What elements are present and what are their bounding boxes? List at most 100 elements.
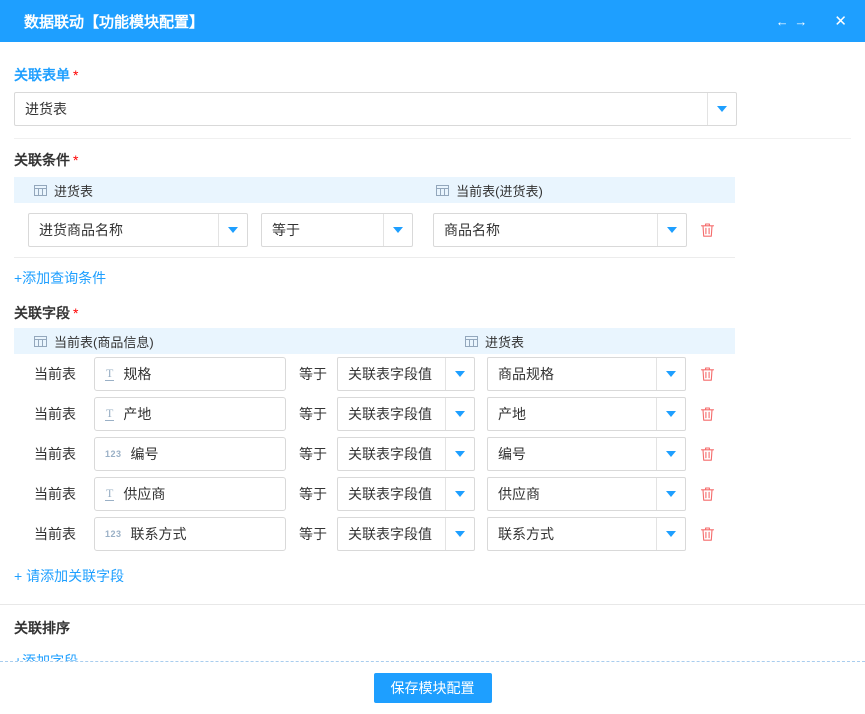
- related-condition-section: 关联条件* 进货表 当前表(进货表) 进货商品名称: [14, 151, 851, 288]
- required-mark: *: [73, 305, 78, 321]
- chevron-down-icon[interactable]: [656, 478, 685, 510]
- value-type-select[interactable]: 关联表字段值: [337, 437, 475, 471]
- fields-header-left: 当前表(商品信息): [14, 332, 445, 351]
- current-table-label: 当前表: [34, 484, 94, 504]
- chevron-down-icon[interactable]: [445, 438, 474, 470]
- field-mapping-row: 当前表 123 联系方式 等于 关联表字段值 联系方式: [14, 514, 735, 554]
- add-condition-link[interactable]: +添加查询条件: [14, 268, 106, 288]
- current-table-label: 当前表: [34, 404, 94, 424]
- chevron-down-icon[interactable]: [656, 398, 685, 430]
- value-field-select[interactable]: 商品规格: [487, 357, 686, 391]
- chevron-down-icon[interactable]: [707, 93, 736, 125]
- field-name: 编号: [131, 444, 159, 464]
- number-type-icon: 123: [105, 529, 122, 539]
- delete-button[interactable]: [700, 406, 715, 422]
- condition-operator-select[interactable]: 等于: [261, 213, 413, 247]
- related-form-label: 关联表单*: [14, 66, 851, 84]
- add-related-field-link[interactable]: + 请添加关联字段: [14, 566, 124, 586]
- trash-icon: [700, 446, 715, 462]
- value-field-select[interactable]: 供应商: [487, 477, 686, 511]
- trash-icon: [700, 406, 715, 422]
- fields-header-right: 进货表: [445, 332, 735, 351]
- field-name: 联系方式: [131, 524, 187, 544]
- chevron-down-icon[interactable]: [445, 478, 474, 510]
- operator-label: 等于: [299, 364, 327, 384]
- condition-header-right: 当前表(进货表): [416, 181, 735, 200]
- trash-icon: [700, 366, 715, 382]
- chevron-down-icon[interactable]: [656, 518, 685, 550]
- chevron-down-icon[interactable]: [383, 214, 412, 246]
- number-type-icon: 123: [105, 449, 122, 459]
- required-mark: *: [73, 67, 78, 83]
- expand-arrows-icon[interactable]: ← →: [776, 14, 809, 29]
- condition-row: 进货商品名称 等于 商品名称: [14, 203, 735, 258]
- related-form-section: 关联表单* 进货表: [14, 42, 851, 139]
- current-table-label: 当前表: [34, 524, 94, 544]
- data-linkage-config-dialog: 数据联动【功能模块配置】 ← → ✕ 关联表单* 进货表 关联条件*: [0, 0, 865, 714]
- condition-left-field-select[interactable]: 进货商品名称: [28, 213, 248, 247]
- fields-table-header: 当前表(商品信息) 进货表: [14, 328, 735, 354]
- field-mapping-row: 当前表 123 编号 等于 关联表字段值 编号: [14, 434, 735, 474]
- chevron-down-icon[interactable]: [445, 398, 474, 430]
- section-divider: [0, 604, 865, 605]
- related-condition-label: 关联条件*: [14, 151, 851, 169]
- chevron-down-icon[interactable]: [218, 214, 247, 246]
- text-type-icon: T: [105, 367, 114, 381]
- fields-table: 当前表(商品信息) 进货表 当前表 T 规格 等于: [14, 328, 735, 554]
- dialog-title: 数据联动【功能模块配置】: [24, 11, 204, 32]
- save-button[interactable]: 保存模块配置: [374, 673, 492, 703]
- chevron-down-icon[interactable]: [656, 438, 685, 470]
- field-mapping-row: 当前表 T 产地 等于 关联表字段值 产地: [14, 394, 735, 434]
- table-icon: [436, 185, 449, 196]
- delete-button[interactable]: [700, 486, 715, 502]
- table-icon: [465, 336, 478, 347]
- trash-icon: [700, 486, 715, 502]
- field-select[interactable]: T 产地: [94, 397, 286, 431]
- condition-table: 进货表 当前表(进货表) 进货商品名称 等于: [14, 177, 735, 258]
- required-mark: *: [73, 152, 78, 168]
- related-sort-label: 关联排序: [14, 619, 851, 637]
- field-mapping-row: 当前表 T 供应商 等于 关联表字段值 供应商: [14, 474, 735, 514]
- value-field-select[interactable]: 产地: [487, 397, 686, 431]
- field-select[interactable]: T 供应商: [94, 477, 286, 511]
- chevron-down-icon[interactable]: [445, 518, 474, 550]
- chevron-down-icon[interactable]: [656, 358, 685, 390]
- dialog-footer: 保存模块配置: [0, 661, 865, 714]
- value-type-select[interactable]: 关联表字段值: [337, 357, 475, 391]
- field-name: 产地: [123, 404, 151, 424]
- delete-button[interactable]: [700, 526, 715, 542]
- value-field-select[interactable]: 编号: [487, 437, 686, 471]
- table-icon: [34, 185, 47, 196]
- operator-label: 等于: [299, 524, 327, 544]
- field-select[interactable]: T 规格: [94, 357, 286, 391]
- value-type-select[interactable]: 关联表字段值: [337, 517, 475, 551]
- chevron-down-icon[interactable]: [445, 358, 474, 390]
- related-form-select[interactable]: 进货表: [14, 92, 737, 126]
- value-field-select[interactable]: 联系方式: [487, 517, 686, 551]
- related-fields-label: 关联字段*: [14, 304, 851, 322]
- field-mapping-row: 当前表 T 规格 等于 关联表字段值 商品规格: [14, 354, 735, 394]
- dialog-body: 关联表单* 进货表 关联条件* 进货表 当前表(进: [0, 42, 865, 662]
- condition-right-field-select[interactable]: 商品名称: [433, 213, 687, 247]
- current-table-label: 当前表: [34, 444, 94, 464]
- operator-label: 等于: [299, 404, 327, 424]
- table-icon: [34, 336, 47, 347]
- dialog-header: 数据联动【功能模块配置】 ← → ✕: [0, 0, 865, 42]
- field-select[interactable]: 123 联系方式: [94, 517, 286, 551]
- dialog-header-actions: ← → ✕: [776, 12, 847, 30]
- close-icon[interactable]: ✕: [834, 12, 847, 30]
- value-type-select[interactable]: 关联表字段值: [337, 477, 475, 511]
- text-type-icon: T: [105, 487, 114, 501]
- field-select[interactable]: 123 编号: [94, 437, 286, 471]
- chevron-down-icon[interactable]: [657, 214, 686, 246]
- current-table-label: 当前表: [34, 364, 94, 384]
- related-sort-section: 关联排序 +添加字段: [14, 619, 851, 662]
- field-name: 供应商: [123, 484, 165, 504]
- delete-button[interactable]: [700, 366, 715, 382]
- condition-table-header: 进货表 当前表(进货表): [14, 177, 735, 203]
- trash-icon: [700, 526, 715, 542]
- delete-button[interactable]: [700, 446, 715, 462]
- delete-button[interactable]: [700, 222, 715, 238]
- value-type-select[interactable]: 关联表字段值: [337, 397, 475, 431]
- text-type-icon: T: [105, 407, 114, 421]
